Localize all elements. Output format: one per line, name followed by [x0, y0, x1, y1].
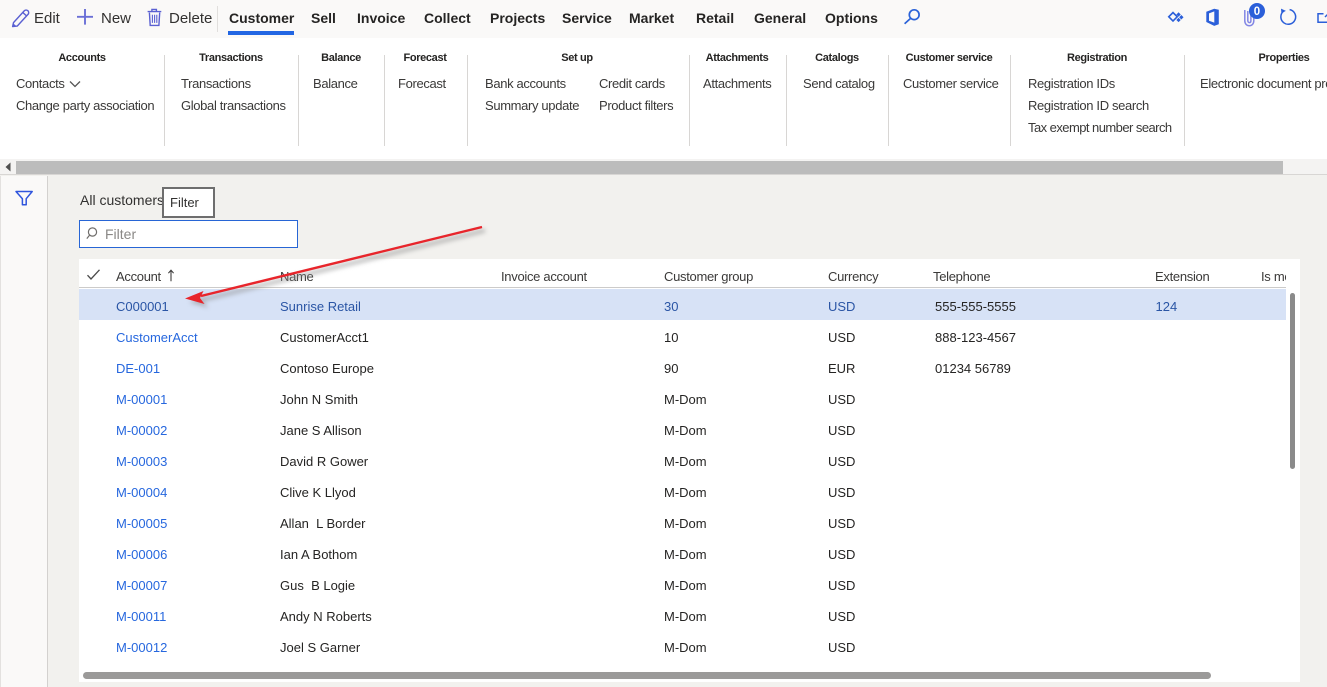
- svg-text:0: 0: [1254, 6, 1260, 18]
